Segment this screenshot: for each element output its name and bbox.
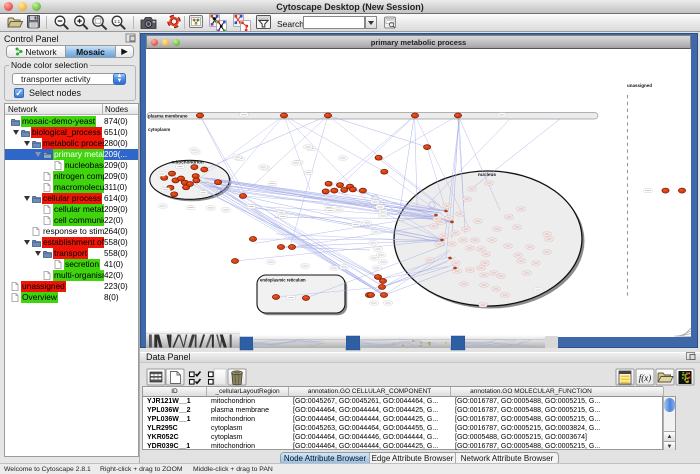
svg-text:endoplasmic reticulum: endoplasmic reticulum <box>260 278 306 283</box>
svg-text:f(x): f(x) <box>639 373 652 383</box>
svg-text:nucleus: nucleus <box>478 172 496 178</box>
svg-text:unassigned: unassigned <box>627 83 652 88</box>
svg-text:plasma membrane: plasma membrane <box>148 113 188 118</box>
svg-text:mitochondrion: mitochondrion <box>172 160 204 165</box>
svg-text:cytoplasm: cytoplasm <box>148 127 170 132</box>
svg-text:1:1: 1:1 <box>114 19 121 24</box>
